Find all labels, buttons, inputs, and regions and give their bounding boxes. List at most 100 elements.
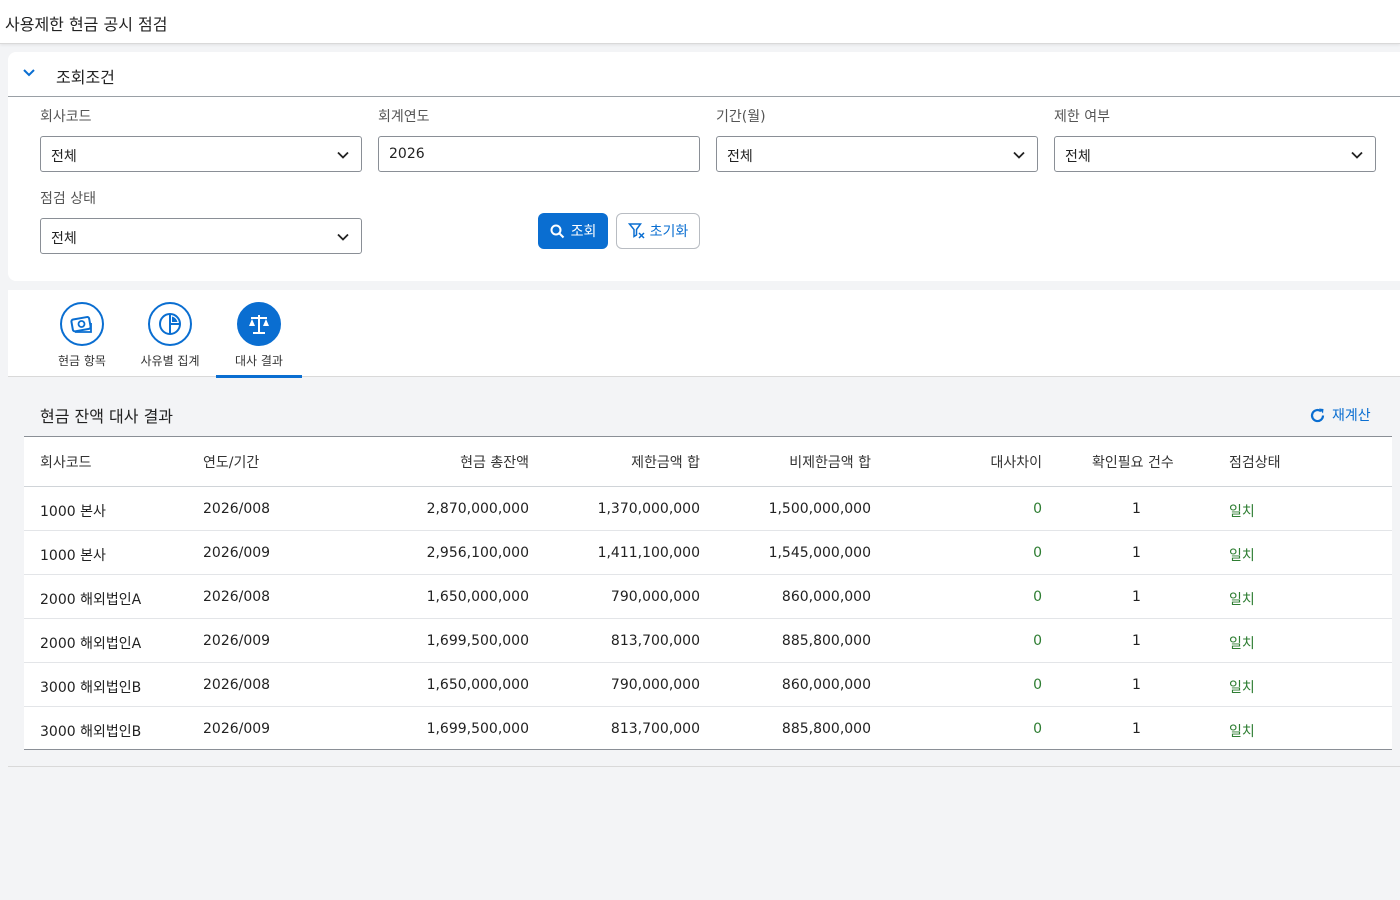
cell-company: 3000 해외법인B — [40, 680, 142, 696]
restricted-value: 전체 — [1065, 149, 1091, 165]
tab-label: 현금 항목 — [58, 354, 106, 368]
search-button[interactable]: 조회 — [538, 213, 608, 249]
table-row[interactable]: 2000 해외법인A 2026/008 1,650,000,000 790,000,0… — [24, 575, 1392, 619]
table-row[interactable]: 3000 해외법인B 2026/009 1,699,500,000 813,700,0… — [24, 707, 1392, 751]
status-field: 점검 상태 전체 — [40, 189, 362, 254]
company-label: 회사코드 — [40, 109, 92, 125]
col-unrestricted-sum[interactable]: 비제한금액 합 — [789, 452, 871, 472]
col-restricted-sum[interactable]: 제한금액 합 — [631, 452, 700, 472]
cell-period: 2026/009 — [203, 721, 271, 737]
filter-header[interactable]: 조회조건 — [8, 52, 1400, 97]
refresh-icon — [1310, 408, 1325, 422]
cell-check-status: 일치 — [1229, 724, 1255, 740]
cell-period: 2026/008 — [203, 677, 271, 693]
reset-button-label: 초기화 — [649, 224, 689, 240]
active-tab-indicator — [216, 375, 302, 378]
company-value: 전체 — [51, 149, 77, 165]
recalculate-label: 재계산 — [1332, 408, 1371, 424]
col-period[interactable]: 연도/기간 — [203, 452, 259, 472]
year-input[interactable]: 2026 — [378, 136, 700, 172]
cell-difference: 0 — [1033, 633, 1042, 649]
period-field: 기간(월) 전체 — [716, 107, 1038, 172]
cell-unrestricted-sum: 885,800,000 — [781, 721, 871, 737]
col-difference[interactable]: 대사차이 — [990, 452, 1042, 472]
tab-label: 대사 결과 — [235, 354, 283, 368]
year-value: 2026 — [389, 146, 425, 162]
cell-review-count: 1 — [1132, 633, 1141, 649]
col-review-count[interactable]: 확인필요 건수 — [1092, 452, 1174, 472]
col-check-status[interactable]: 점검상태 — [1229, 452, 1281, 472]
cash-icon — [60, 302, 104, 346]
recalculate-button[interactable]: 재계산 — [1309, 405, 1371, 425]
filter-clear-icon — [627, 223, 645, 239]
cell-difference: 0 — [1033, 721, 1042, 737]
period-value: 전체 — [727, 149, 753, 165]
cell-total-cash: 1,650,000,000 — [426, 677, 529, 693]
cell-period: 2026/008 — [203, 501, 271, 517]
restricted-field: 제한 여부 전체 — [1054, 107, 1376, 172]
year-field: 회계연도 2026 — [378, 107, 700, 172]
status-select[interactable]: 전체 — [40, 218, 362, 254]
chevron-down-icon[interactable] — [22, 66, 36, 80]
cell-difference: 0 — [1033, 677, 1042, 693]
table-row[interactable]: 3000 해외법인B 2026/008 1,650,000,000 790,000,0… — [24, 663, 1392, 707]
table-header: 회사코드 연도/기간 현금 총잔액 제한금액 합 비제한금액 합 대사차이 확인… — [24, 437, 1392, 487]
chevron-down-icon — [1351, 151, 1363, 159]
cell-restricted-sum: 1,370,000,000 — [597, 501, 700, 517]
filter-title: 조회조건 — [56, 68, 115, 87]
reconciliation-table: 회사코드 연도/기간 현금 총잔액 제한금액 합 비제한금액 합 대사차이 확인… — [24, 436, 1392, 750]
period-select[interactable]: 전체 — [716, 136, 1038, 172]
year-label: 회계연도 — [378, 109, 430, 125]
cell-check-status: 일치 — [1229, 636, 1255, 652]
cell-period: 2026/009 — [203, 545, 271, 561]
cell-period: 2026/008 — [203, 589, 271, 605]
cell-company: 2000 해외법인A — [40, 592, 142, 608]
cell-unrestricted-sum: 885,800,000 — [781, 633, 871, 649]
cell-difference: 0 — [1033, 589, 1042, 605]
page-title: 사용제한 현금 공시 점검 — [5, 15, 168, 34]
cell-unrestricted-sum: 1,545,000,000 — [768, 545, 871, 561]
tab-reconciliation[interactable]: 대사 결과 — [216, 290, 302, 378]
divider — [8, 766, 1400, 767]
filter-panel: 조회조건 회사코드 전체 회계연도 2026 기간(월) 전체 제한 여부 전체… — [8, 52, 1400, 281]
company-select[interactable]: 전체 — [40, 136, 362, 172]
chevron-down-icon — [1013, 151, 1025, 159]
table-row[interactable]: 2000 해외법인A 2026/009 1,699,500,000 813,700,0… — [24, 619, 1392, 663]
search-button-label: 조회 — [570, 224, 597, 240]
tab-label: 사유별 집계 — [140, 354, 200, 368]
cell-unrestricted-sum: 1,500,000,000 — [768, 501, 871, 517]
cell-restricted-sum: 790,000,000 — [610, 589, 700, 605]
cell-total-cash: 1,699,500,000 — [426, 633, 529, 649]
reset-button[interactable]: 초기화 — [616, 213, 700, 249]
cell-total-cash: 1,699,500,000 — [426, 721, 529, 737]
table-row[interactable]: 1000 본사 2026/008 2,870,000,000 1,370,000,00… — [24, 487, 1392, 531]
table-row[interactable]: 1000 본사 2026/009 2,956,100,000 1,411,100,00… — [24, 531, 1392, 575]
cell-review-count: 1 — [1132, 589, 1141, 605]
cell-total-cash: 2,870,000,000 — [426, 501, 529, 517]
cell-review-count: 1 — [1132, 501, 1141, 517]
cell-period: 2026/009 — [203, 633, 271, 649]
cell-unrestricted-sum: 860,000,000 — [781, 589, 871, 605]
cell-company: 1000 본사 — [40, 548, 106, 564]
cell-difference: 0 — [1033, 545, 1042, 561]
cell-difference: 0 — [1033, 501, 1042, 517]
cell-check-status: 일치 — [1229, 592, 1255, 608]
restricted-label: 제한 여부 — [1054, 109, 1110, 125]
chevron-down-icon — [337, 233, 349, 241]
pie-chart-icon — [148, 302, 192, 346]
col-total-cash[interactable]: 현금 총잔액 — [460, 452, 529, 472]
cell-company: 1000 본사 — [40, 504, 106, 520]
tab-bar: 현금 항목 사유별 집계 대사 결과 — [8, 290, 1400, 378]
restricted-select[interactable]: 전체 — [1054, 136, 1376, 172]
cell-check-status: 일치 — [1229, 548, 1255, 564]
cell-unrestricted-sum: 860,000,000 — [781, 677, 871, 693]
cell-company: 2000 해외법인A — [40, 636, 142, 652]
col-company[interactable]: 회사코드 — [40, 452, 92, 472]
status-label: 점검 상태 — [40, 191, 96, 207]
tab-cash-items[interactable]: 현금 항목 — [39, 290, 125, 377]
cell-review-count: 1 — [1132, 677, 1141, 693]
period-label: 기간(월) — [716, 109, 766, 125]
tab-summary-by-reason[interactable]: 사유별 집계 — [127, 290, 213, 377]
cell-check-status: 일치 — [1229, 680, 1255, 696]
cell-review-count: 1 — [1132, 721, 1141, 737]
